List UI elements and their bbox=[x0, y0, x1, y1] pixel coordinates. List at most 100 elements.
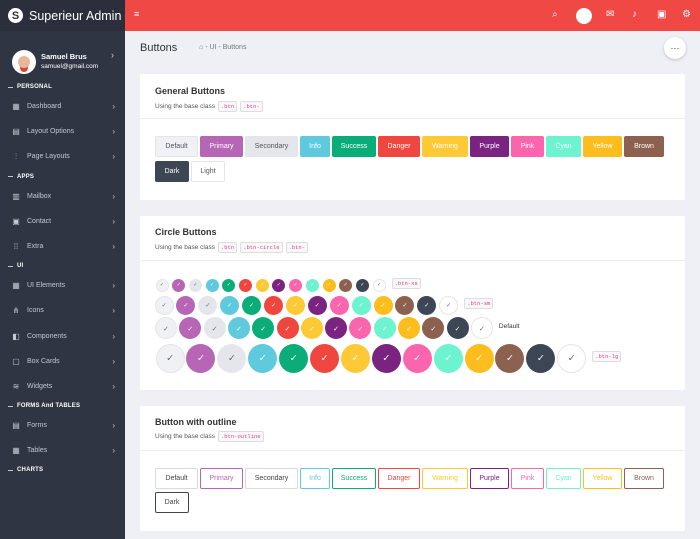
circle-light-button[interactable]: ✓ bbox=[372, 278, 386, 292]
more-options-button[interactable]: ··· bbox=[664, 37, 686, 59]
pink-button[interactable]: Pink bbox=[511, 136, 544, 157]
circle-light-button[interactable]: ✓ bbox=[470, 317, 493, 339]
circle-success-button[interactable]: ✓ bbox=[279, 343, 309, 373]
user-avatar-icon[interactable] bbox=[576, 8, 592, 24]
danger-button[interactable]: Danger bbox=[378, 136, 420, 157]
outline-brown-button[interactable]: Brown bbox=[624, 468, 664, 489]
purple-button[interactable]: Purple bbox=[470, 136, 509, 157]
default-button[interactable]: Default bbox=[155, 136, 198, 157]
circle-info-button[interactable]: ✓ bbox=[220, 295, 240, 315]
circle-default-button[interactable]: ✓ bbox=[155, 317, 177, 339]
sidebar-item-components[interactable]: ◧ Components › bbox=[0, 324, 125, 349]
info-button[interactable]: Info bbox=[300, 136, 330, 157]
circle-secondary-button[interactable]: ✓ bbox=[217, 343, 247, 373]
circle-yellow-button[interactable]: ✓ bbox=[398, 317, 420, 339]
outline-pink-button[interactable]: Pink bbox=[511, 468, 544, 489]
brown-button[interactable]: Brown bbox=[624, 136, 664, 157]
sidebar-item-layout-options[interactable]: ▤ Layout Options › bbox=[0, 119, 125, 144]
outline-warning-button[interactable]: Warning bbox=[422, 468, 468, 489]
circle-pink-button[interactable]: ✓ bbox=[289, 278, 303, 292]
primary-button[interactable]: Primary bbox=[200, 136, 243, 157]
circle-secondary-button[interactable]: ✓ bbox=[198, 295, 218, 315]
sidebar-item-tables[interactable]: ▦ Tables › bbox=[0, 438, 125, 463]
circle-warning-button[interactable]: ✓ bbox=[285, 295, 305, 315]
sidebar-item-widgets[interactable]: ≋ Widgets › bbox=[0, 374, 125, 399]
circle-dark-button[interactable]: ✓ bbox=[417, 295, 437, 315]
circle-purple-button[interactable]: ✓ bbox=[307, 295, 327, 315]
circle-cyan-button[interactable]: ✓ bbox=[433, 343, 463, 373]
circle-danger-button[interactable]: ✓ bbox=[264, 295, 283, 315]
circle-dark-button[interactable]: ✓ bbox=[446, 317, 469, 339]
sidebar-item-dashboard[interactable]: ▦ Dashboard › bbox=[0, 94, 125, 119]
home-icon[interactable]: ⌂ bbox=[199, 44, 203, 51]
circle-primary-button[interactable]: ✓ bbox=[186, 343, 216, 373]
circle-default-button[interactable]: ✓ bbox=[155, 278, 169, 292]
sidebar-item-page-layouts[interactable]: ⫶ Page Layouts › bbox=[0, 144, 125, 169]
circle-pink-button[interactable]: ✓ bbox=[349, 317, 372, 339]
circle-dark-button[interactable]: ✓ bbox=[526, 343, 556, 373]
circle-brown-button[interactable]: ✓ bbox=[495, 343, 525, 373]
outline-primary-button[interactable]: Primary bbox=[200, 468, 243, 489]
sidebar-item-mailbox[interactable]: ▥ Mailbox › bbox=[0, 184, 125, 209]
circle-danger-button[interactable]: ✓ bbox=[276, 317, 299, 339]
circle-success-button[interactable]: ✓ bbox=[252, 317, 275, 339]
circle-success-button[interactable]: ✓ bbox=[242, 295, 262, 315]
circle-light-button[interactable]: ✓ bbox=[439, 295, 459, 315]
gear-icon[interactable]: ⚙ bbox=[682, 9, 691, 20]
circle-yellow-button[interactable]: ✓ bbox=[373, 295, 393, 315]
outline-cyan-button[interactable]: Cyan bbox=[546, 468, 581, 489]
circle-danger-button[interactable]: ✓ bbox=[239, 278, 252, 292]
search-icon[interactable]: ⌕ bbox=[552, 9, 558, 20]
cyan-button[interactable]: Cyan bbox=[546, 136, 581, 157]
circle-secondary-button[interactable]: ✓ bbox=[188, 278, 202, 292]
circle-info-button[interactable]: ✓ bbox=[227, 317, 250, 339]
circle-info-button[interactable]: ✓ bbox=[248, 343, 278, 373]
circle-brown-button[interactable]: ✓ bbox=[395, 295, 415, 315]
outline-danger-button[interactable]: Danger bbox=[378, 468, 420, 489]
circle-cyan-button[interactable]: ✓ bbox=[373, 317, 396, 339]
light-button[interactable]: Light bbox=[191, 161, 225, 182]
circle-brown-button[interactable]: ✓ bbox=[422, 317, 445, 339]
sidebar-item-contact[interactable]: ▣ Contact › bbox=[0, 209, 125, 234]
circle-pink-button[interactable]: ✓ bbox=[329, 295, 349, 315]
circle-pink-button[interactable]: ✓ bbox=[402, 343, 432, 373]
circle-brown-button[interactable]: ✓ bbox=[339, 278, 353, 292]
circle-warning-button[interactable]: ✓ bbox=[255, 278, 269, 292]
outline-info-button[interactable]: Info bbox=[300, 468, 330, 489]
breadcrumb-ui[interactable]: UI bbox=[209, 44, 216, 51]
outline-dark-button[interactable]: Dark bbox=[155, 492, 189, 513]
calendar-icon[interactable]: ▣ bbox=[657, 9, 666, 20]
bell-icon[interactable]: ♪ bbox=[632, 9, 637, 20]
circle-info-button[interactable]: ✓ bbox=[205, 278, 219, 292]
yellow-button[interactable]: Yellow bbox=[583, 136, 622, 157]
circle-success-button[interactable]: ✓ bbox=[222, 278, 236, 292]
outline-secondary-button[interactable]: Secondary bbox=[245, 468, 298, 489]
outline-yellow-button[interactable]: Yellow bbox=[583, 468, 622, 489]
outline-purple-button[interactable]: Purple bbox=[470, 468, 509, 489]
circle-primary-button[interactable]: ✓ bbox=[176, 295, 196, 315]
sidebar-item-box-cards[interactable]: ▢ Box Cards › bbox=[0, 349, 125, 374]
success-button[interactable]: Success bbox=[332, 136, 376, 157]
outline-success-button[interactable]: Success bbox=[332, 468, 376, 489]
sidebar-item-icons[interactable]: ⋔ Icons › bbox=[0, 298, 125, 323]
circle-cyan-button[interactable]: ✓ bbox=[351, 295, 371, 315]
circle-light-button[interactable]: ✓ bbox=[557, 343, 587, 373]
circle-danger-button[interactable]: ✓ bbox=[310, 343, 339, 373]
menu-icon[interactable]: ≡ bbox=[134, 9, 139, 19]
circle-yellow-button[interactable]: ✓ bbox=[464, 343, 494, 373]
circle-purple-button[interactable]: ✓ bbox=[325, 317, 348, 339]
circle-default-button[interactable]: ✓ bbox=[155, 343, 185, 373]
secondary-button[interactable]: Secondary bbox=[245, 136, 298, 157]
circle-secondary-button[interactable]: ✓ bbox=[203, 317, 226, 339]
sidebar-item-ui-elements[interactable]: ▦ UI Elements › bbox=[0, 273, 125, 298]
dark-button[interactable]: Dark bbox=[155, 161, 189, 182]
brand[interactable]: S Superieur Admin bbox=[0, 0, 125, 31]
circle-purple-button[interactable]: ✓ bbox=[371, 343, 401, 373]
circle-primary-button[interactable]: ✓ bbox=[172, 278, 186, 292]
circle-dark-button[interactable]: ✓ bbox=[355, 278, 369, 292]
circle-purple-button[interactable]: ✓ bbox=[272, 278, 286, 292]
circle-yellow-button[interactable]: ✓ bbox=[322, 278, 336, 292]
circle-default-button[interactable]: ✓ bbox=[154, 295, 174, 315]
user-panel[interactable]: Samuel Brus samuel@gmail.com › bbox=[0, 31, 125, 80]
chevron-right-icon[interactable]: › bbox=[111, 50, 114, 60]
